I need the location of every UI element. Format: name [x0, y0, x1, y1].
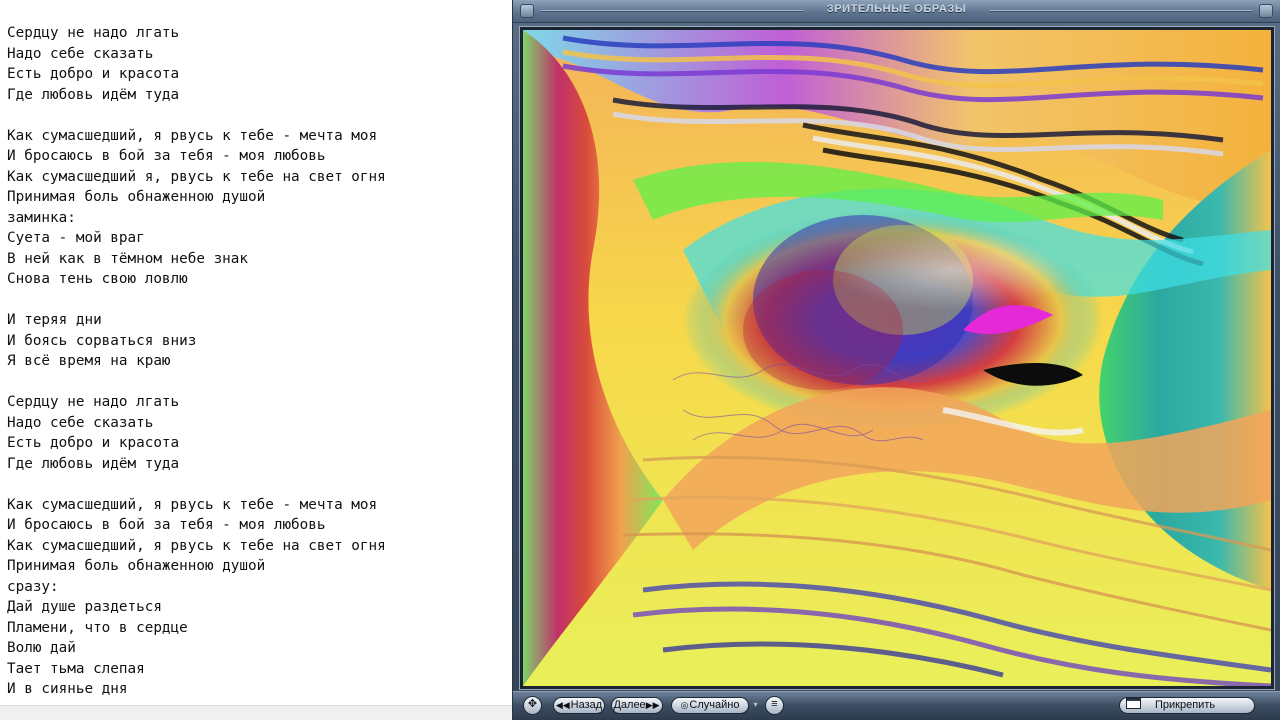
- pin-window-icon: [1126, 698, 1141, 709]
- close-icon[interactable]: [1259, 4, 1273, 18]
- lyrics-line: Где любовь идём туда: [7, 86, 180, 103]
- next-button-label: Далее: [613, 699, 646, 711]
- lyrics-line: И теряя дни: [7, 312, 102, 328]
- lyrics-line: Как сумасшедший я, рвусь к тебе на свет …: [7, 168, 386, 185]
- lyrics-line: [7, 290, 386, 311]
- lyrics-line: Есть добро и красота: [7, 435, 180, 451]
- lyrics-line: Суета - мой враг: [7, 230, 145, 246]
- back-button[interactable]: ◀◀Назад: [553, 697, 605, 714]
- move-arrows-icon[interactable]: ✥: [523, 696, 542, 715]
- lyrics-line: И бросаюсь в бой за тебя - моя любовь: [7, 148, 326, 164]
- lyrics-line: Есть добро и красота: [7, 66, 180, 82]
- lyrics-line: Я всё время на краю: [7, 353, 171, 369]
- lyrics-line: заминка:: [7, 209, 76, 226]
- lyrics-line: Как сумасшедший, я рвусь к тебе на свет …: [7, 537, 386, 554]
- random-dropdown-icon[interactable]: ▾: [751, 700, 760, 709]
- back-icon: ◀◀: [555, 700, 570, 710]
- window-titlebar[interactable]: ЗРИТЕЛЬНЫЕ ОБРАЗЫ: [513, 0, 1280, 23]
- lyrics-line: Волю дай: [7, 640, 76, 656]
- lyrics-line: Как сумасшедший, я рвусь к тебе - мечта …: [7, 496, 378, 513]
- next-button[interactable]: Далее▶▶: [611, 697, 663, 714]
- random-icon: ◎: [680, 700, 689, 710]
- lyrics-line: [7, 372, 386, 393]
- lyrics-line: Где любовь идём туда: [7, 455, 180, 472]
- visualization-list-icon[interactable]: ≡: [765, 696, 784, 715]
- text-editor[interactable]: Сердцу не надо лгать Надо себе сказать Ест…: [0, 0, 512, 720]
- visualization-frame: [519, 26, 1275, 690]
- psychedelic-visualization-image: [523, 30, 1271, 686]
- lyrics-line: И бросаюсь в бой за тебя - моя любовь: [7, 517, 326, 533]
- visualization-canvas[interactable]: [523, 30, 1271, 686]
- lyrics-line: Дай душе раздеться: [7, 599, 162, 615]
- horizontal-scrollbar[interactable]: [0, 705, 512, 720]
- lyrics-line: Как сумасшедший, я рвусь к тебе - мечта …: [7, 127, 378, 144]
- titlebar-divider: [990, 10, 1252, 11]
- lyrics-line: сразу:: [7, 578, 59, 595]
- lyrics-line: [7, 105, 386, 126]
- lyrics-text[interactable]: Сердцу не надо лгать Надо себе сказать Ест…: [7, 23, 386, 700]
- lyrics-line: [7, 474, 386, 495]
- window-title: ЗРИТЕЛЬНЫЕ ОБРАЗЫ: [826, 3, 967, 15]
- lyrics-line: Сердцу не надо лгать: [7, 25, 180, 41]
- pin-button[interactable]: Прикрепить: [1119, 697, 1255, 714]
- lyrics-line: Пламени, что в сердце: [7, 619, 188, 636]
- lyrics-line: Сердцу не надо лгать: [7, 394, 180, 410]
- lyrics-line: Снова тень свою ловлю: [7, 271, 188, 287]
- lyrics-line: Тает тьма слепая: [7, 660, 145, 677]
- lyrics-line: Надо себе сказать: [7, 45, 154, 62]
- lyrics-line: Надо себе сказать: [7, 414, 154, 431]
- lyrics-line: Принимая боль обнаженною душой: [7, 189, 266, 205]
- lyrics-line: И боясь сорваться вниз: [7, 332, 197, 349]
- next-icon: ▶▶: [645, 700, 660, 710]
- lyrics-line: В ней как в тёмном небе знак: [7, 250, 249, 267]
- lyrics-line: И в сиянье дня: [7, 681, 128, 697]
- random-button-label: Случайно: [689, 699, 740, 711]
- lyrics-line: Принимая боль обнаженною душой: [7, 558, 266, 574]
- back-button-label: Назад: [570, 699, 603, 711]
- media-player-window: ЗРИТЕЛЬНЫЕ ОБРАЗЫ ✥ ◀◀Назад Далее▶▶ ◎Слу…: [512, 0, 1280, 720]
- visualization-controls: ✥ ◀◀Назад Далее▶▶ ◎Случайно ▾ ≡ Прикрепи…: [513, 691, 1280, 720]
- pin-button-label: Прикрепить: [1155, 699, 1216, 711]
- random-button[interactable]: ◎Случайно: [671, 697, 749, 714]
